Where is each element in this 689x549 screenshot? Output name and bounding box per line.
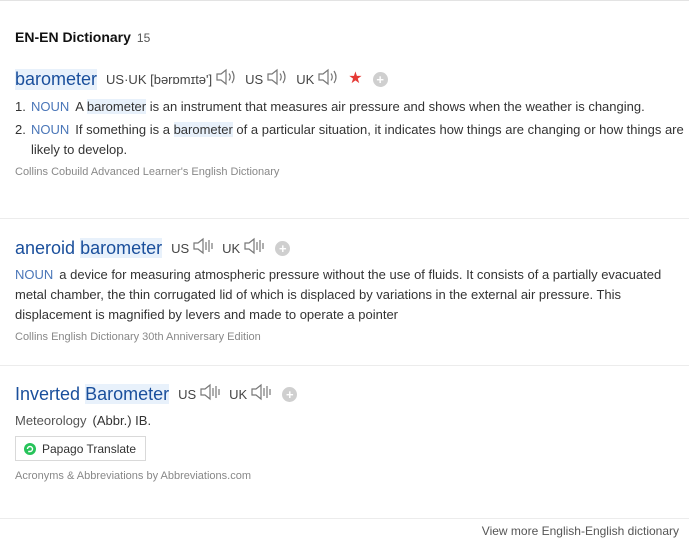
entry-divider — [0, 365, 689, 366]
definition-text: a device for measuring atmospheric press… — [15, 267, 662, 322]
headword-link[interactable]: aneroid barometer — [15, 237, 163, 259]
category-label: Meteorology — [15, 413, 87, 428]
part-of-speech: NOUN — [31, 122, 70, 137]
speaker-icon[interactable] — [192, 237, 214, 260]
entry-divider — [0, 218, 689, 219]
definition-text: A — [75, 99, 87, 114]
headword-link[interactable]: Inverted Barometer — [15, 383, 170, 405]
highlighted-term: Barometer — [85, 383, 170, 404]
view-more-link[interactable]: View more English-English dictionary — [482, 524, 679, 538]
list-item: 2. NOUN If something is a barometer of a … — [15, 120, 689, 160]
definition-text: If something is a — [75, 122, 174, 137]
definition-text: is an instrument that measures air press… — [146, 99, 645, 114]
speaker-icon[interactable] — [266, 68, 288, 91]
highlighted-term: barometer — [173, 122, 233, 137]
speaker-icon[interactable] — [250, 383, 272, 406]
us-label: US — [245, 71, 264, 87]
us-label: US — [171, 240, 190, 256]
entry-head: barometer US·UK [bərɒmɪtə'] US UK ★ + — [15, 68, 689, 90]
abbreviation: (Abbr.) IB. — [92, 413, 152, 428]
dictionary-source: Collins English Dictionary 30th Annivers… — [15, 331, 261, 343]
papago-translate-label: Papago Translate — [42, 441, 137, 456]
speaker-icon[interactable] — [243, 237, 265, 260]
entry-aneroid-barometer: aneroid barometer US UK + NOUN a device f… — [15, 237, 689, 343]
section-title: EN-EN Dictionary — [15, 29, 131, 45]
headword-part: aneroid — [15, 237, 76, 258]
dictionary-source: Acronyms & Abbreviations by Abbreviation… — [15, 470, 252, 482]
uk-label: UK — [229, 386, 248, 402]
entry-divider — [0, 518, 689, 519]
definition-number: 1. — [15, 99, 26, 114]
part-of-speech: NOUN — [31, 99, 70, 114]
plus-icon[interactable]: + — [275, 240, 291, 256]
plus-icon[interactable]: + — [372, 71, 388, 87]
definition-number: 2. — [15, 122, 26, 137]
section-header: EN-EN Dictionary 15 — [15, 29, 150, 45]
top-divider — [0, 0, 689, 1]
headword-part: Inverted — [15, 383, 81, 404]
speaker-icon[interactable] — [199, 383, 221, 406]
entry-head: aneroid barometer US UK + — [15, 237, 689, 259]
dictionary-source: Collins Cobuild Advanced Learner's Engli… — [15, 166, 280, 178]
uk-label: UK — [296, 71, 315, 87]
entry-head: Inverted Barometer US UK + — [15, 383, 689, 405]
highlighted-term: barometer — [86, 99, 147, 114]
star-icon[interactable]: ★ — [348, 71, 362, 87]
papago-translate-button[interactable]: Papago Translate — [15, 436, 147, 461]
plus-icon[interactable]: + — [282, 386, 298, 402]
definition: NOUN a device for measuring atmospheric p… — [15, 265, 689, 325]
speaker-icon[interactable] — [317, 68, 339, 91]
entry-meta: Meteorology (Abbr.) IB. — [15, 413, 689, 428]
us-label: US — [178, 386, 197, 402]
entry-inverted-barometer: Inverted Barometer US UK + Meteorology (A… — [15, 383, 689, 482]
pronunciation: US·UK [bərɒmɪtə'] — [106, 71, 213, 87]
entry-barometer: barometer US·UK [bərɒmɪtə'] US UK ★ + 1.… — [15, 68, 689, 178]
list-item: 1. NOUN A barometer is an instrument that… — [15, 97, 689, 117]
headword-link[interactable]: barometer — [15, 68, 98, 90]
uk-label: UK — [222, 240, 241, 256]
highlighted-term: barometer — [80, 237, 163, 258]
definition-list: 1. NOUN A barometer is an instrument that… — [15, 97, 689, 160]
speaker-icon[interactable] — [215, 68, 237, 91]
part-of-speech: NOUN — [15, 267, 54, 282]
result-count: 15 — [136, 31, 151, 45]
papago-icon — [24, 442, 36, 455]
